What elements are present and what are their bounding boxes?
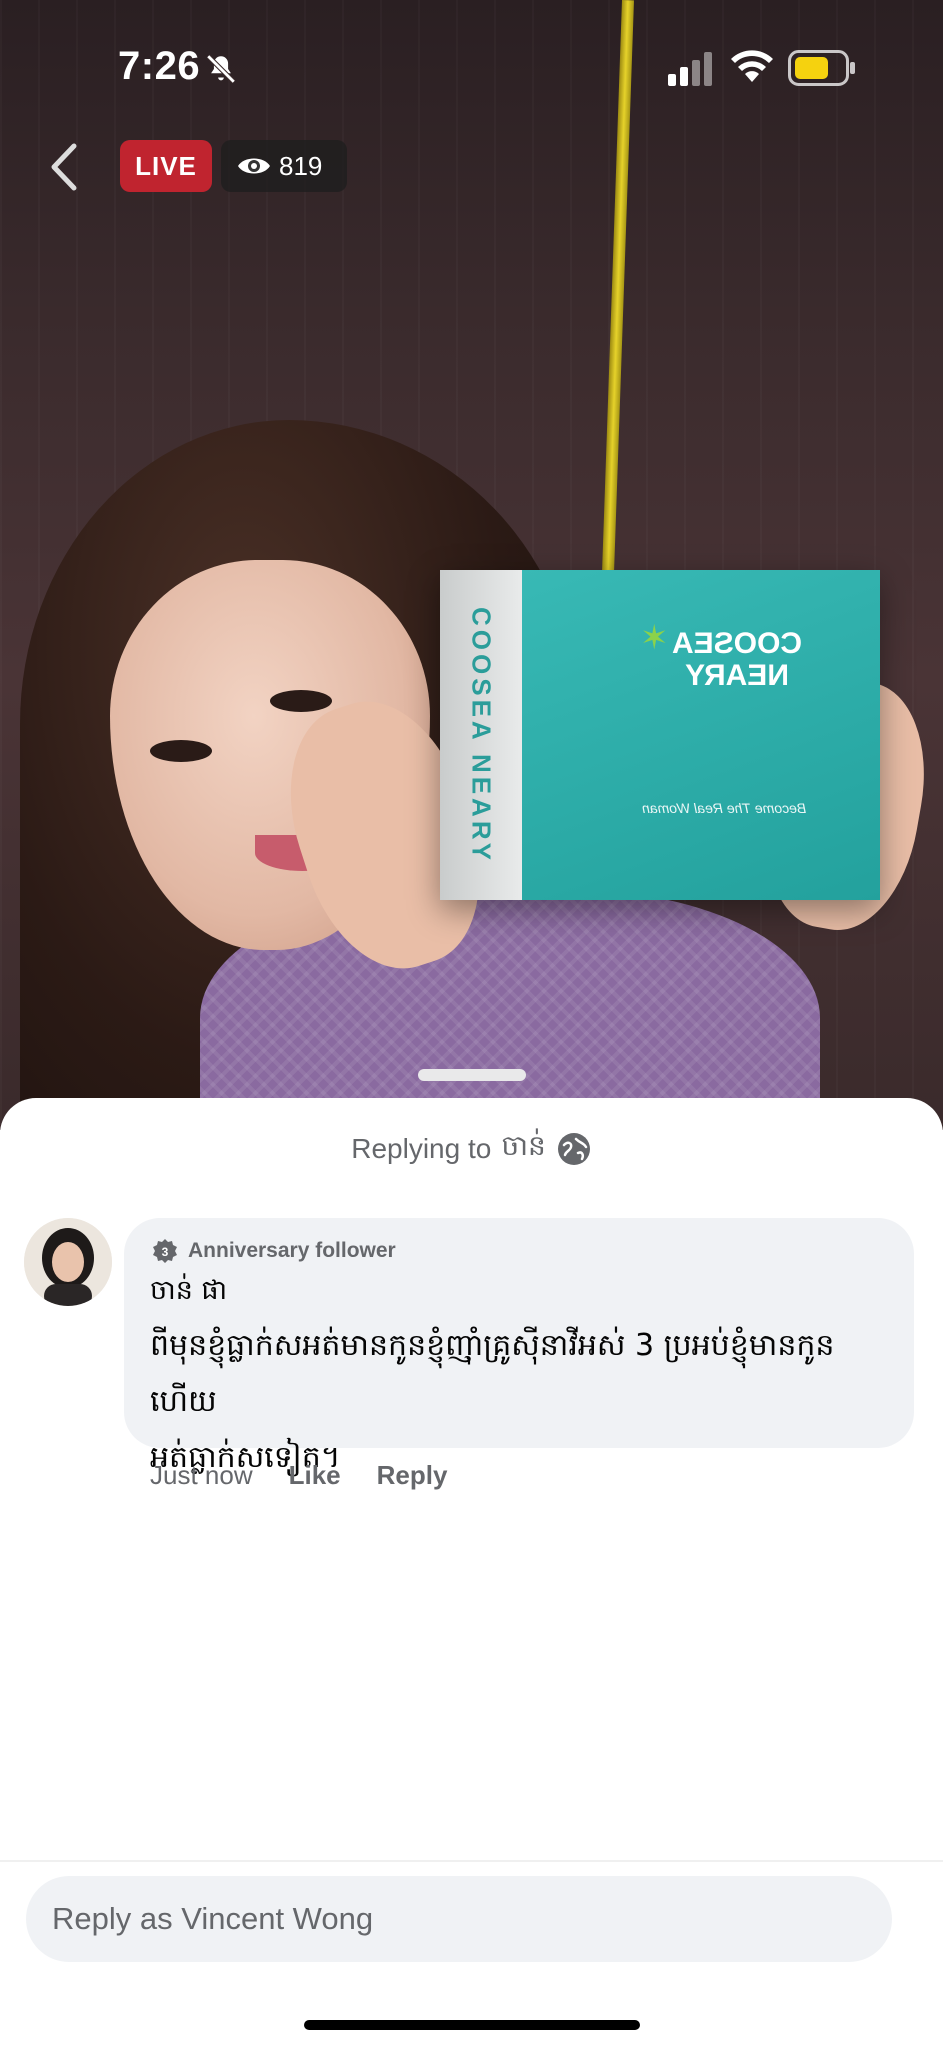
globe-icon [557,1132,590,1165]
replying-to-name: ចាន់ [501,1129,546,1162]
battery-icon [788,50,855,86]
host-eye [270,690,332,712]
home-indicator [304,2020,640,2030]
reply-input[interactable] [26,1876,892,1962]
live-badge: LIVE [120,140,212,192]
follower-badge: 3 Anniversary follower [152,1238,396,1264]
follower-badge-label: Anniversary follower [188,1239,396,1262]
product-brand: COOSEA NEARY [672,627,803,692]
svg-text:3: 3 [162,1245,169,1259]
avatar[interactable] [24,1218,112,1306]
eye-icon [238,158,270,174]
bell-muted-icon [206,54,236,84]
star-logo-icon: ✶ [640,619,669,657]
avatar-photo [24,1218,112,1306]
anniversary-badge-icon: 3 [153,1239,177,1263]
like-button[interactable]: Like [289,1460,341,1491]
viewer-count-badge: 819 [221,140,347,192]
reply-button[interactable]: Reply [377,1460,448,1491]
back-arrow-icon[interactable] [44,142,84,192]
product-box-front: ✶ COOSEA NEARY Become The Real Woman [522,570,880,900]
product-brand-line2: NEARY [685,659,789,692]
comment-text-line: ពីមុនខ្ញុំធ្លាក់សអត់មានកូនខ្ញុំញ៉ាំគ្រូស… [150,1328,835,1419]
host-eye [150,740,212,762]
replying-to-header: Replying to ចាន់ [0,1128,943,1169]
sheet-drag-handle[interactable] [418,1069,526,1081]
product-brand-line1: COOSEA [672,627,803,660]
product-tagline: Become The Real Woman [642,800,807,816]
composer-divider [0,1860,943,1862]
product-box-side: COOSEA NEARY [440,570,522,900]
viewer-count: 819 [279,150,323,181]
signal-icon [668,52,712,86]
product-box: COOSEA NEARY ✶ COOSEA NEARY Become The R… [440,570,880,900]
status-time: 7:26 [118,44,201,88]
comment-timestamp: Just now [150,1460,253,1490]
background-rope [601,0,634,581]
comment-actions: Just now Like Reply [150,1460,447,1491]
product-side-text: COOSEA NEARY [466,606,497,864]
wifi-icon [731,50,773,82]
comment-author[interactable]: ចាន់ ផា [150,1274,227,1313]
replying-to-prefix: Replying to [351,1132,492,1164]
